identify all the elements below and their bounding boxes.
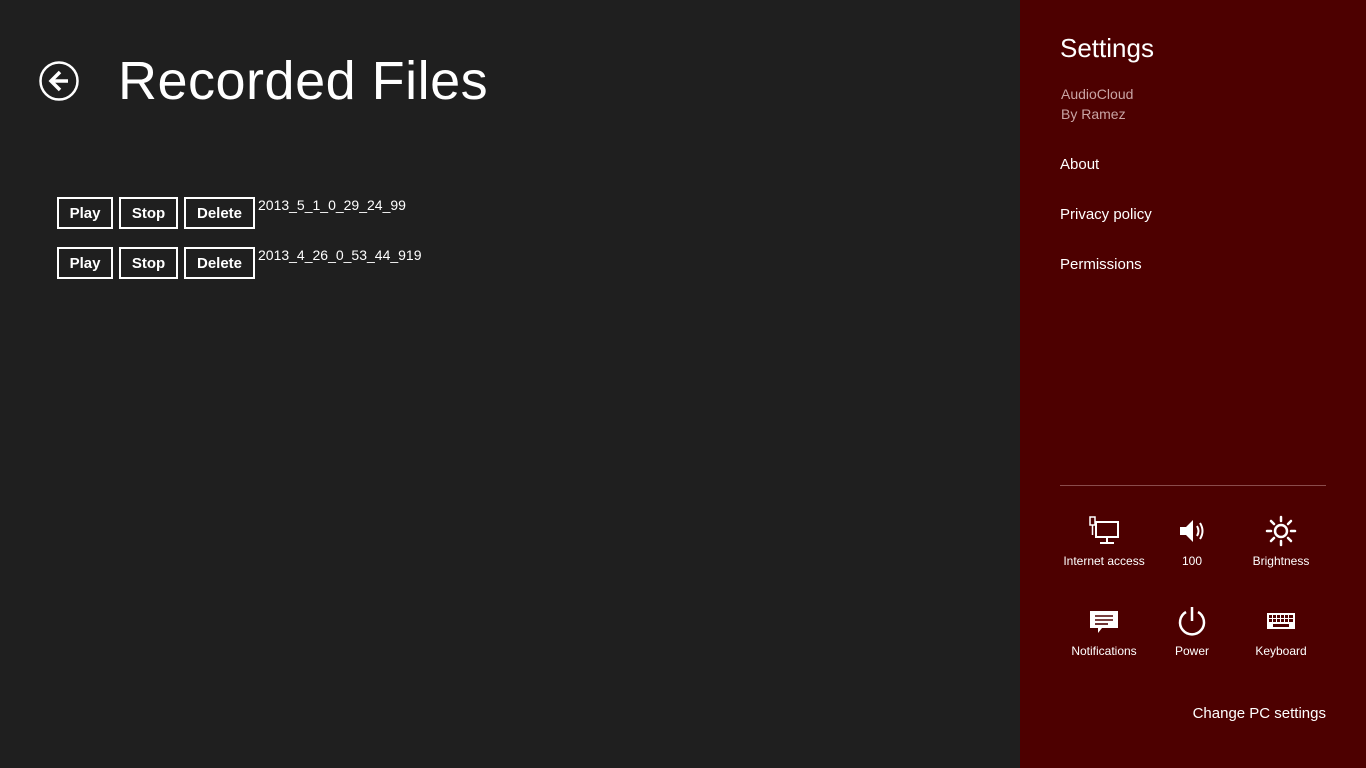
tile-label: Brightness (1252, 554, 1310, 568)
internet-access-tile[interactable]: Internet access (1060, 513, 1148, 577)
settings-title: Settings (1060, 33, 1154, 63)
stop-button[interactable]: Stop (119, 247, 178, 279)
app-area: Recorded Files Play Stop Delete 2013_5_1… (0, 0, 1020, 768)
keyboard-icon (1267, 613, 1295, 629)
notifications-icon (1090, 611, 1118, 633)
app-publisher: By Ramez (1061, 106, 1126, 122)
volume-tile[interactable]: 100 (1148, 513, 1236, 577)
back-button[interactable] (39, 61, 79, 101)
tile-label: Power (1174, 644, 1209, 658)
network-icon (1089, 516, 1119, 544)
notifications-tile[interactable]: Notifications (1060, 603, 1148, 667)
keyboard-tile[interactable]: Keyboard (1237, 603, 1325, 667)
file-name: 2013_4_26_0_53_44_919 (258, 247, 422, 263)
tile-label: 100 (1181, 554, 1203, 568)
file-row: Play Stop Delete 2013_4_26_0_53_44_919 (57, 247, 422, 297)
file-row: Play Stop Delete 2013_5_1_0_29_24_99 (57, 197, 422, 247)
back-arrow-icon (39, 61, 79, 101)
app-name: AudioCloud (1061, 86, 1134, 102)
delete-button[interactable]: Delete (184, 197, 255, 229)
change-pc-settings-link[interactable]: Change PC settings (1193, 705, 1326, 722)
file-name: 2013_5_1_0_29_24_99 (258, 197, 406, 213)
volume-icon (1180, 520, 1204, 542)
power-tile[interactable]: Power (1148, 603, 1236, 667)
settings-item-about[interactable]: About (1060, 156, 1099, 173)
settings-item-permissions[interactable]: Permissions (1060, 256, 1142, 273)
settings-charm-pane: Settings AudioCloud By Ramez About Priva… (1020, 0, 1366, 768)
tile-label: Internet access (1063, 554, 1145, 568)
brightness-tile[interactable]: Brightness (1237, 513, 1325, 577)
page-title: Recorded Files (118, 51, 489, 111)
recorded-files-list: Play Stop Delete 2013_5_1_0_29_24_99 Pla… (57, 197, 422, 297)
play-button[interactable]: Play (57, 247, 113, 279)
play-button[interactable]: Play (57, 197, 113, 229)
brightness-icon (1265, 515, 1297, 547)
stop-button[interactable]: Stop (119, 197, 178, 229)
power-icon (1178, 607, 1206, 636)
delete-button[interactable]: Delete (184, 247, 255, 279)
divider (1060, 485, 1326, 486)
tile-label: Keyboard (1255, 644, 1307, 658)
tile-label: Notifications (1071, 644, 1137, 658)
settings-item-privacy-policy[interactable]: Privacy policy (1060, 206, 1152, 223)
